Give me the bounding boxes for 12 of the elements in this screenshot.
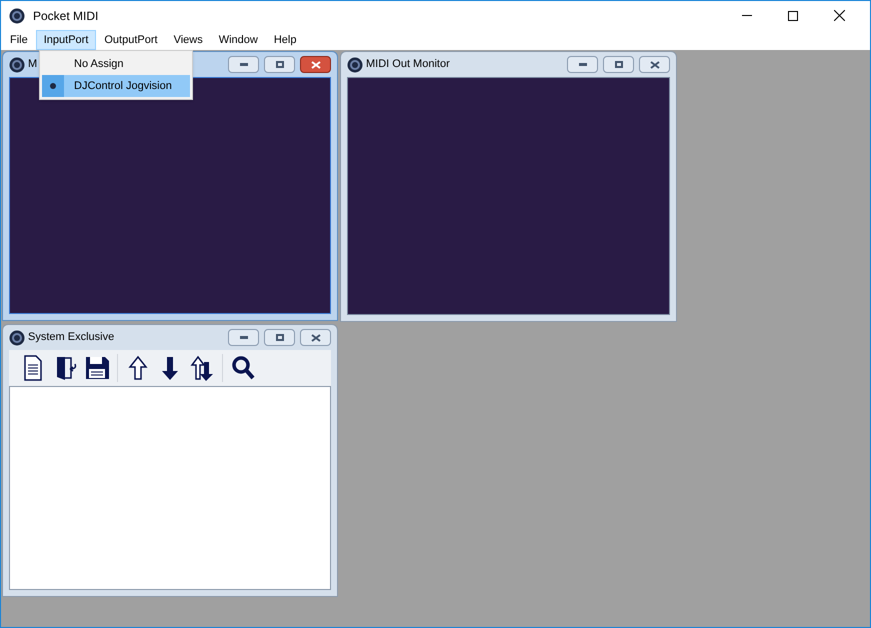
- menu-item[interactable]: InputPort: [36, 30, 96, 50]
- menu-option[interactable]: DJControl Jogvision: [42, 75, 190, 97]
- menu-option[interactable]: No Assign: [42, 53, 190, 75]
- window-title: MIDI Out Monitor: [366, 57, 450, 72]
- menu-item[interactable]: OutputPort: [96, 30, 166, 50]
- menu-item[interactable]: File: [2, 30, 36, 50]
- window-title: System Exclusive: [28, 330, 114, 346]
- menu-item[interactable]: Views: [166, 30, 211, 50]
- window-title: M: [28, 57, 38, 72]
- window-title: Pocket MIDI: [33, 8, 98, 24]
- menu-item[interactable]: Window: [210, 30, 266, 50]
- menu-item[interactable]: Help: [266, 30, 304, 50]
